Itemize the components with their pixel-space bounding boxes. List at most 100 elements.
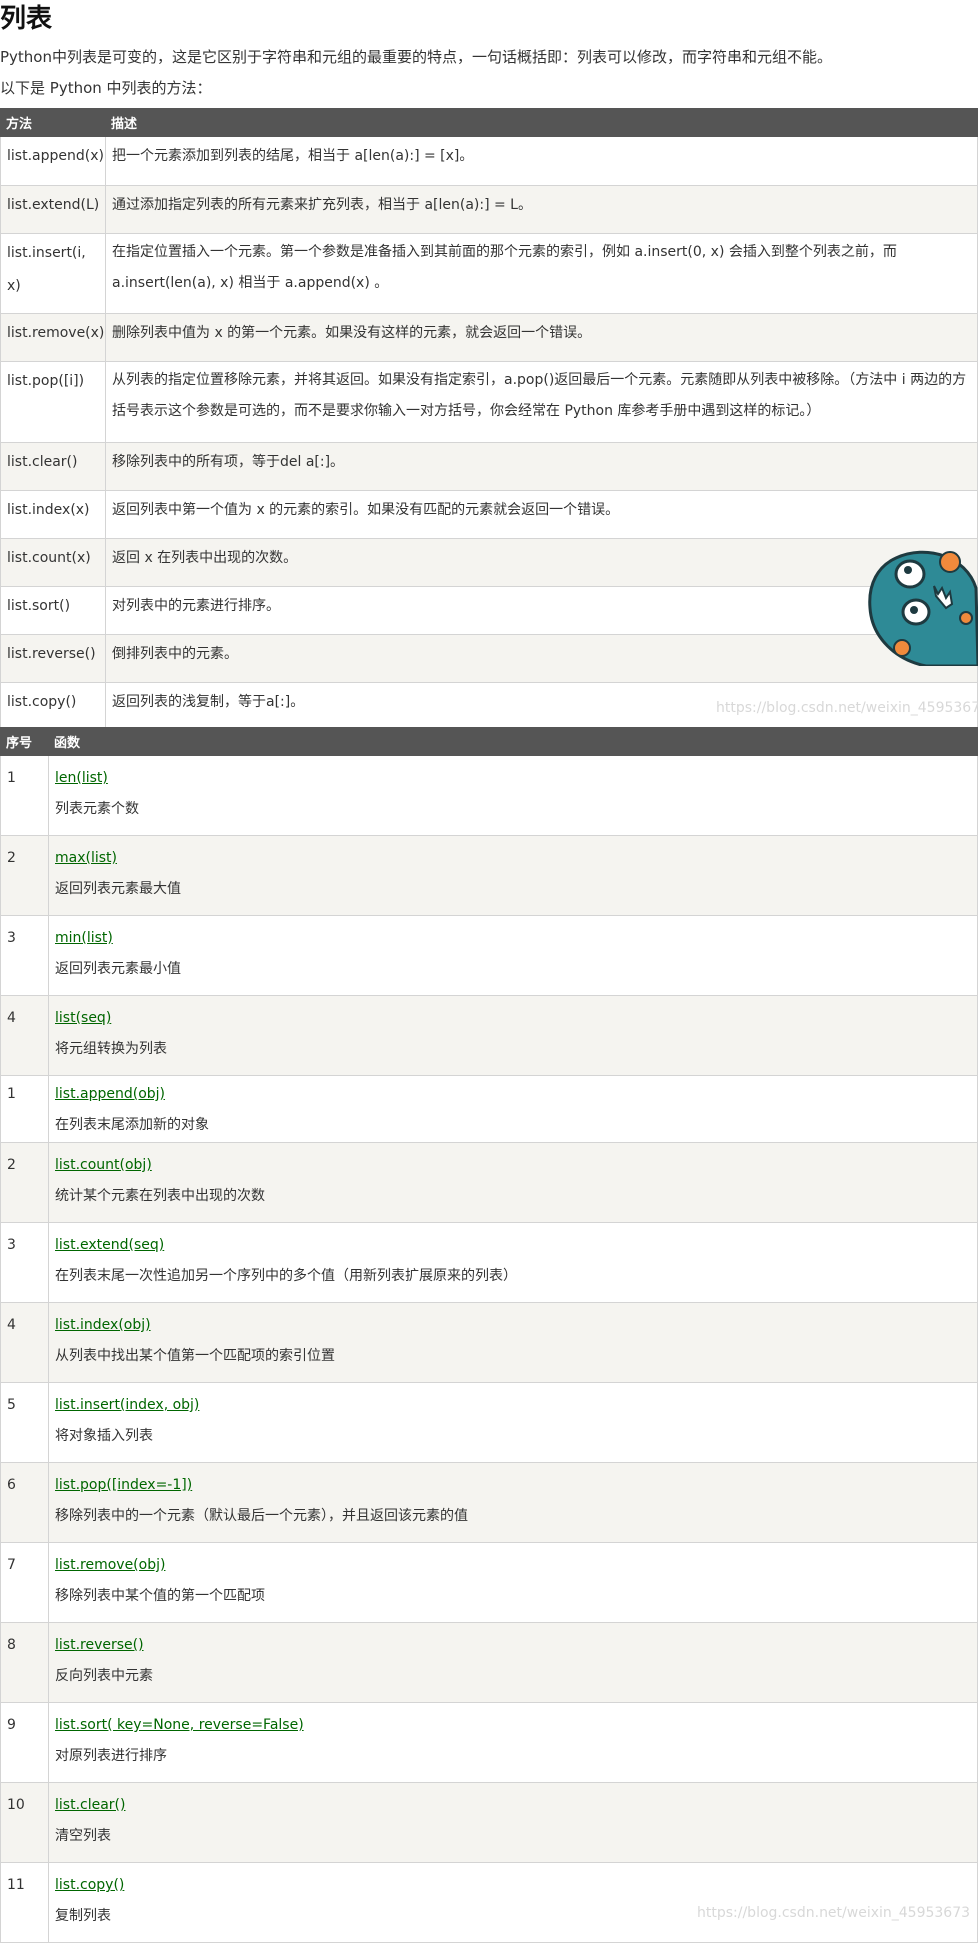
row-number: 2 [0, 1142, 49, 1223]
method-cell: list.index(obj) 从列表中找出某个值第一个匹配项的索引位置 [48, 1302, 978, 1383]
row-number: 6 [0, 1462, 49, 1543]
method-desc: 移除列表中的一个元素（默认最后一个元素），并且返回该元素的值 [55, 1508, 468, 1524]
watermark: https://blog.csdn.net/weixin_45953673 [716, 700, 978, 716]
method-name: list.extend(L) [0, 185, 106, 234]
method-link[interactable]: list.clear() [55, 1795, 971, 1815]
intro-paragraph-methods: 以下是 Python 中列表的方法： [0, 79, 212, 97]
method-desc: 倒排列表中的元素。 [105, 634, 978, 683]
method-link[interactable]: list.append(obj) [55, 1084, 971, 1104]
function-link[interactable]: max(list) [55, 848, 971, 868]
method-desc: 统计某个元素在列表中出现的次数 [55, 1188, 265, 1204]
watermark: https://blog.csdn.net/weixin_45953673 [697, 1905, 971, 1921]
table-row: list.append(x) 把一个元素添加到列表的结尾，相当于 a[len(a… [0, 136, 978, 186]
method-cell: list.reverse() 反向列表中元素 [48, 1622, 978, 1703]
method-desc: 对原列表进行排序 [55, 1748, 167, 1764]
method-desc: 移除列表中某个值的第一个匹配项 [55, 1588, 265, 1604]
method-name: list.append(x) [0, 136, 106, 186]
table-row: 3 min(list) 返回列表元素最小值 [0, 915, 978, 996]
method-link[interactable]: list.insert(index, obj) [55, 1395, 971, 1415]
method-name: list.clear() [0, 442, 106, 491]
table-row: list.pop([i]) 从列表的指定位置移除元素，并将其返回。如果没有指定索… [0, 361, 978, 443]
method-desc: 删除列表中值为 x 的第一个元素。如果没有这样的元素，就会返回一个错误。 [105, 313, 978, 362]
method-cell: list.count(obj) 统计某个元素在列表中出现的次数 [48, 1142, 978, 1223]
table-row: 9 list.sort( key=None, reverse=False) 对原… [0, 1702, 978, 1783]
table-row: list.sort() 对列表中的元素进行排序。 [0, 586, 978, 635]
function-cell: min(list) 返回列表元素最小值 [48, 915, 978, 996]
table-row: list.count(x) 返回 x 在列表中出现的次数。 [0, 538, 978, 587]
method-desc: 在列表末尾一次性追加另一个序列中的多个值（用新列表扩展原来的列表） [55, 1268, 517, 1284]
method-link[interactable]: list.count(obj) [55, 1155, 971, 1175]
table-row: 11 list.copy() 复制列表 [0, 1862, 978, 1943]
methods-table-header: 方法 描述 [0, 108, 978, 137]
row-number: 3 [0, 1222, 49, 1303]
method-cell: list.remove(obj) 移除列表中某个值的第一个匹配项 [48, 1542, 978, 1623]
function-link[interactable]: list(seq) [55, 1008, 971, 1028]
method-desc: 把一个元素添加到列表的结尾，相当于 a[len(a):] = [x]。 [105, 136, 978, 186]
table-row: 1 len(list) 列表元素个数 [0, 755, 978, 836]
method-name: list.copy() [0, 682, 106, 731]
intro-paragraph: Python中列表是可变的，这是它区别于字符串和元组的最重要的特点，一句话概括即… [0, 48, 833, 66]
method-desc: 清空列表 [55, 1828, 111, 1844]
function-desc: 返回列表元素最大值 [55, 881, 181, 897]
function-cell: max(list) 返回列表元素最大值 [48, 835, 978, 916]
table-row: 8 list.reverse() 反向列表中元素 [0, 1622, 978, 1703]
table-row: 2 max(list) 返回列表元素最大值 [0, 835, 978, 916]
table-row: 3 list.extend(seq) 在列表末尾一次性追加另一个序列中的多个值（… [0, 1222, 978, 1303]
function-desc: 列表元素个数 [55, 801, 139, 817]
method-desc: 从列表的指定位置移除元素，并将其返回。如果没有指定索引，a.pop()返回最后一… [105, 361, 978, 443]
function-cell: len(list) 列表元素个数 [48, 755, 978, 836]
table-row: 4 list(seq) 将元组转换为列表 [0, 995, 978, 1076]
method-name: list.count(x) [0, 538, 106, 587]
method-desc: 从列表中找出某个值第一个匹配项的索引位置 [55, 1348, 335, 1364]
method-link[interactable]: list.sort( key=None, reverse=False) [55, 1715, 971, 1735]
methods-table: 方法 描述 list.append(x) 把一个元素添加到列表的结尾，相当于 a… [0, 108, 978, 731]
table-row: list.clear() 移除列表中的所有项，等于del a[:]。 [0, 442, 978, 491]
function-cell: list(seq) 将元组转换为列表 [48, 995, 978, 1076]
row-number: 8 [0, 1622, 49, 1703]
method-link[interactable]: list.pop([index=-1]) [55, 1475, 971, 1495]
row-number: 5 [0, 1382, 49, 1463]
method-link[interactable]: list.extend(seq) [55, 1235, 971, 1255]
method-cell: list.extend(seq) 在列表末尾一次性追加另一个序列中的多个值（用新… [48, 1222, 978, 1303]
table-row: list.reverse() 倒排列表中的元素。 [0, 634, 978, 683]
row-number: 9 [0, 1702, 49, 1783]
method-name: list.insert(i, x) [0, 233, 106, 314]
row-number: 1 [0, 755, 49, 836]
row-number: 10 [0, 1782, 49, 1863]
method-desc: 移除列表中的所有项，等于del a[:]。 [105, 442, 978, 491]
method-desc: 在指定位置插入一个元素。第一个参数是准备插入到其前面的那个元素的索引，例如 a.… [105, 233, 978, 314]
method-link[interactable]: list.reverse() [55, 1635, 971, 1655]
table-row: 7 list.remove(obj) 移除列表中某个值的第一个匹配项 [0, 1542, 978, 1623]
table-row: list.index(x) 返回列表中第一个值为 x 的元素的索引。如果没有匹配… [0, 490, 978, 539]
row-number: 3 [0, 915, 49, 996]
row-number: 4 [0, 1302, 49, 1383]
method-cell: list.copy() 复制列表 [48, 1862, 978, 1943]
method-desc: 对列表中的元素进行排序。 [105, 586, 978, 635]
method-desc: 将对象插入列表 [55, 1428, 153, 1444]
function-link[interactable]: min(list) [55, 928, 971, 948]
method-cell: list.clear() 清空列表 [48, 1782, 978, 1863]
method-cell: list.append(obj) 在列表末尾添加新的对象 [48, 1075, 978, 1143]
method-link[interactable]: list.remove(obj) [55, 1555, 971, 1575]
function-desc: 将元组转换为列表 [55, 1041, 167, 1057]
function-desc: 返回列表元素最小值 [55, 961, 181, 977]
page-title: 列表 [0, 4, 53, 34]
method-desc: 通过添加指定列表的所有元素来扩充列表，相当于 a[len(a):] = L。 [105, 185, 978, 234]
method-link[interactable]: list.index(obj) [55, 1315, 971, 1335]
method-name: list.remove(x) [0, 313, 106, 362]
method-name: list.sort() [0, 586, 106, 635]
functions-table-header: 序号 函数 [0, 727, 978, 756]
table-row: 6 list.pop([index=-1]) 移除列表中的一个元素（默认最后一个… [0, 1462, 978, 1543]
method-name: list.reverse() [0, 634, 106, 683]
function-link[interactable]: len(list) [55, 768, 971, 788]
teal-monster-icon [866, 548, 978, 668]
functions-table: 序号 函数 1 len(list) 列表元素个数 2 max(list) 返回列… [0, 727, 978, 1943]
method-cell: list.sort( key=None, reverse=False) 对原列表… [48, 1702, 978, 1783]
method-cell: list.insert(index, obj) 将对象插入列表 [48, 1382, 978, 1463]
method-link[interactable]: list.copy() [55, 1875, 971, 1895]
table-row: list.extend(L) 通过添加指定列表的所有元素来扩充列表，相当于 a[… [0, 185, 978, 234]
method-desc: 返回列表中第一个值为 x 的元素的索引。如果没有匹配的元素就会返回一个错误。 [105, 490, 978, 539]
table-row: 5 list.insert(index, obj) 将对象插入列表 [0, 1382, 978, 1463]
method-name: list.index(x) [0, 490, 106, 539]
method-cell: list.pop([index=-1]) 移除列表中的一个元素（默认最后一个元素… [48, 1462, 978, 1543]
